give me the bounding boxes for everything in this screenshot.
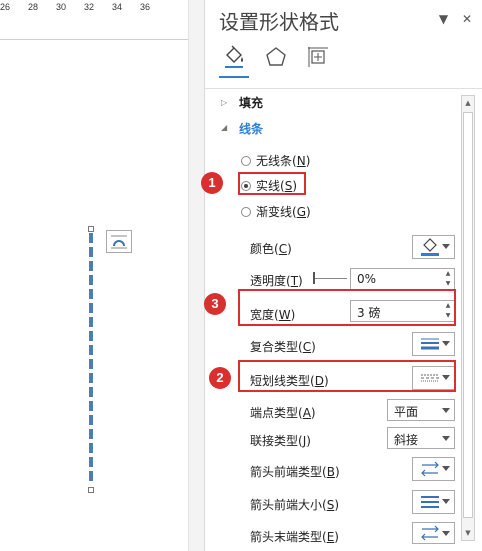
line-dash-segment [89,345,93,355]
join-type-value: 斜接 [394,433,419,447]
ruler-tick: 28 [28,2,39,12]
end-arrow-type-label: 箭头末端类型(E) [250,530,339,544]
line-dash-segment [89,457,93,467]
ruler-tick: 36 [140,2,151,12]
line-dash-segment [89,359,93,369]
line-dash-segment [89,289,93,299]
paint-bucket-icon [225,45,243,68]
panel-scrollbar[interactable]: ▲ ▼ [461,95,475,541]
radio-no-line[interactable]: 无线条(N) [241,152,310,169]
access-key: N [296,154,306,168]
line-dash-segment [89,443,93,453]
callout-badge: 1 [201,172,223,194]
radio-button[interactable] [241,206,251,217]
ruler-tick: 30 [56,2,67,12]
pentagon-icon [266,47,286,66]
section-fill[interactable]: 填充 [239,94,263,111]
format-shape-panel: 设置形状格式 ▼ ✕ ▷ 填充 ◢ 线条 无线条(N) 实线(S) 渐变线(G)… [201,0,482,551]
line-dash-segment [89,317,93,327]
callout-badge: 2 [209,367,231,389]
join-type-dropdown[interactable]: 斜接 [387,427,455,449]
section-line[interactable]: 线条 [239,120,263,137]
divider [205,88,482,89]
begin-arrow-type-dropdown[interactable] [412,457,455,481]
line-dash-segment [89,415,93,425]
horizontal-ruler: 26 28 30 32 34 36 [0,0,188,40]
transparency-slider-track[interactable] [313,278,347,279]
spin-up-icon[interactable]: ▲ [442,269,454,279]
tab-size-properties[interactable] [305,44,333,72]
arrow-types-icon [421,461,439,477]
resize-handle-bottom[interactable] [88,487,94,493]
transparency-input[interactable]: 0% ▲ ▼ [350,268,455,290]
line-dash-segment [89,331,93,341]
ruler-tick: 34 [112,2,123,12]
size-properties-icon [308,47,328,67]
document-margin [188,0,204,551]
radio-label: 渐变线 [256,205,293,219]
arrow-sizes-icon [421,496,439,508]
line-dash-segment [89,303,93,313]
color-picker-dropdown[interactable] [412,235,455,259]
spin-down-icon[interactable]: ▼ [442,279,454,289]
compound-type-label: 复合类型(C) [250,340,316,354]
line-dash-segment [89,429,93,439]
radio-gradient-line[interactable]: 渐变线(G) [241,203,311,220]
line-dash-segment [89,401,93,411]
transparency-label: 透明度(T) [250,274,303,288]
layout-options-icon[interactable] [106,230,132,253]
line-dash-segment [89,471,93,481]
callout-badge: 3 [204,293,226,315]
line-dash-segment [89,247,93,257]
dashed-line-shape[interactable] [88,229,94,491]
arrow-types-icon [421,525,439,541]
color-label: 颜色(C) [250,242,292,256]
line-dash-segment [89,275,93,285]
ruler-tick: 26 [0,2,11,12]
tab-fill-line[interactable] [221,44,249,72]
paint-bucket-icon [421,238,439,256]
radio-button[interactable] [241,155,251,166]
radio-label: 无线条 [256,154,293,168]
join-type-label: 联接类型(J) [250,434,311,448]
begin-arrow-size-label: 箭头前端大小(S) [250,498,340,512]
highlight-dash-type [238,360,456,392]
close-icon[interactable]: ✕ [462,12,472,26]
panel-options-dropdown-icon[interactable]: ▼ [439,12,448,26]
begin-arrow-size-dropdown[interactable] [412,490,455,514]
cap-type-value: 平面 [394,405,419,419]
expand-arrow-icon[interactable]: ▷ [221,98,227,107]
scrollbar-thumb[interactable] [463,112,473,518]
compound-lines-icon [421,338,439,350]
ruler-tick: 32 [84,2,95,12]
resize-handle-top[interactable] [88,226,94,232]
line-dash-segment [89,387,93,397]
highlight-solid-line [238,172,306,195]
begin-arrow-type-label: 箭头前端类型(B) [250,465,340,479]
cap-type-label: 端点类型(A) [250,406,316,420]
end-arrow-type-dropdown[interactable] [412,522,455,544]
tab-effects[interactable] [263,44,291,72]
highlight-width [238,289,456,326]
scroll-down-icon[interactable]: ▼ [463,527,473,539]
line-dash-segment [89,233,93,243]
panel-title: 设置形状格式 [219,10,339,34]
line-dash-segment [89,261,93,271]
compound-type-dropdown[interactable] [412,332,455,356]
transparency-value: 0% [357,272,377,286]
line-dash-segment [89,373,93,383]
transparency-slider-thumb[interactable] [313,272,315,284]
access-key: G [296,205,307,219]
document-canvas[interactable]: 26 28 30 32 34 36 [0,0,204,551]
scroll-up-icon[interactable]: ▲ [463,97,473,109]
collapse-arrow-icon[interactable]: ◢ [221,123,227,132]
active-tab-indicator [219,76,249,78]
cap-type-dropdown[interactable]: 平面 [387,399,455,421]
